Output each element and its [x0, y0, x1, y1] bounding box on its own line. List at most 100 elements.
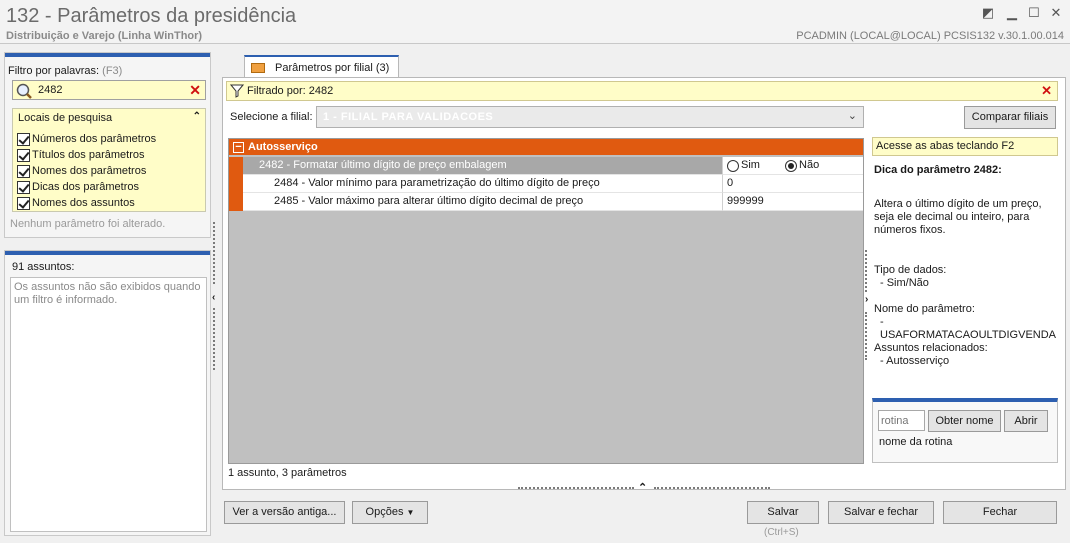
- bottom-splitter[interactable]: ⌃: [518, 481, 770, 494]
- checkbox-icon[interactable]: [17, 148, 30, 162]
- tab-count: (3): [375, 61, 390, 74]
- window-subtitle: Distribuição e Varejo (Linha WinThor): [6, 30, 203, 42]
- filter-label: Filtro por palavras: (F3): [8, 65, 122, 77]
- minimize-icon[interactable]: ▁: [1004, 6, 1020, 20]
- change-status: Nenhum parâmetro foi alterado.: [10, 218, 166, 230]
- param-value[interactable]: 999999: [723, 193, 863, 211]
- data-type-label: Tipo de dados:: [874, 264, 947, 276]
- checkbox-label: Números dos parâmetros: [32, 133, 157, 145]
- options-button[interactable]: Opções ▼: [352, 501, 428, 524]
- subjects-note: Os assuntos não são exibidos quando um f…: [14, 281, 201, 306]
- restore-icon[interactable]: ◩: [980, 6, 996, 20]
- old-version-label: Ver a versão antiga...: [232, 506, 337, 518]
- search-locations-title: Locais de pesquisa: [18, 112, 113, 124]
- clear-filter-icon[interactable]: ✕: [1041, 83, 1052, 99]
- radio-label: Sim: [741, 159, 760, 171]
- chevron-up-icon[interactable]: ⌃: [638, 481, 647, 494]
- options-label: Opções: [365, 506, 404, 518]
- filter-shortcut-hint: (F3): [102, 65, 123, 77]
- rotina-input[interactable]: [878, 410, 925, 431]
- checkbox-icon[interactable]: [17, 132, 30, 146]
- subjects-count: 91 assuntos:: [12, 261, 75, 273]
- param-name: 2482 - Formatar último dígito de preço e…: [243, 157, 723, 175]
- param-name: 2484 - Valor mínimo para parametrização …: [243, 175, 723, 193]
- help-description: Altera o último dígito de um preço, seja…: [874, 198, 1042, 236]
- checkbox-icon[interactable]: [17, 196, 30, 210]
- close-button[interactable]: Fechar: [943, 501, 1057, 524]
- dropdown-arrow-icon: ▼: [406, 508, 415, 517]
- group-row[interactable]: − Autosserviço: [229, 139, 863, 155]
- folder-icon: [251, 62, 265, 73]
- search-input[interactable]: 2482 ✕: [12, 80, 206, 100]
- user-info: PCADMIN (LOCAL@LOCAL) PCSIS132 v.30.1.00…: [796, 30, 1064, 42]
- tab-parametros-filial[interactable]: Parâmetros por filial (3): [244, 55, 399, 78]
- checkbox-label: Títulos dos parâmetros: [32, 149, 145, 161]
- group-title: Autosserviço: [248, 141, 318, 153]
- abrir-button[interactable]: Abrir: [1004, 410, 1048, 432]
- collapse-icon[interactable]: ⌃: [193, 111, 201, 122]
- checkbox-label: Dicas dos parâmetros: [32, 181, 139, 193]
- tab-label: Parâmetros por filial: [275, 61, 373, 74]
- rotina-name: nome da rotina: [879, 436, 953, 448]
- radio-icon[interactable]: [727, 159, 739, 172]
- left-splitter[interactable]: ‹: [211, 222, 221, 370]
- param-name-label: Nome do parâmetro:: [874, 303, 975, 315]
- param-value: Sim Não: [723, 157, 863, 175]
- old-version-button[interactable]: Ver a versão antiga...: [224, 501, 345, 524]
- collapse-group-icon[interactable]: −: [233, 141, 244, 153]
- help-title: Dica do parâmetro 2482:: [874, 164, 1002, 176]
- param-name: 2485 - Valor máximo para alterar último …: [243, 193, 723, 211]
- filter-text: Filtrado por: 2482: [247, 85, 334, 97]
- related-label: Assuntos relacionados:: [874, 342, 988, 354]
- data-type-value: - Sim/Não: [880, 277, 929, 289]
- save-close-button[interactable]: Salvar e fechar: [828, 501, 934, 524]
- obter-nome-button[interactable]: Obter nome: [928, 410, 1001, 432]
- title-bar: 132 - Parâmetros da presidência Distribu…: [0, 0, 1070, 44]
- close-icon[interactable]: ✕: [1048, 6, 1064, 20]
- checkbox-icon[interactable]: [17, 164, 30, 178]
- checkbox-numeros[interactable]: Números dos parâmetros: [17, 131, 156, 147]
- radio-nao[interactable]: Não: [785, 157, 819, 174]
- checkbox-label: Nomes dos assuntos: [32, 197, 135, 209]
- subjects-list[interactable]: Os assuntos não são exibidos quando um f…: [10, 277, 207, 532]
- search-icon: [16, 83, 32, 99]
- filial-label: Selecione a filial:: [230, 111, 313, 123]
- filter-label-text: Filtro por palavras:: [8, 65, 100, 77]
- help-shortcut: Acesse as abas teclando F2: [872, 137, 1058, 156]
- radio-sim[interactable]: Sim: [727, 157, 760, 174]
- radio-label: Não: [799, 159, 820, 171]
- help-panel: Dica do parâmetro 2482: Altera o último …: [872, 156, 1058, 396]
- checkbox-icon[interactable]: [17, 180, 30, 194]
- filter-bar: Filtrado por: 2482 ✕: [226, 81, 1058, 101]
- chevron-down-icon[interactable]: ⌄: [848, 109, 857, 122]
- funnel-icon: [230, 84, 244, 98]
- chevron-right-icon[interactable]: ›: [865, 294, 868, 305]
- window-title: 132 - Parâmetros da presidência: [6, 5, 297, 27]
- checkbox-nomes-parametros[interactable]: Nomes dos parâmetros: [17, 163, 146, 179]
- checkbox-dicas[interactable]: Dicas dos parâmetros: [17, 179, 139, 195]
- checkbox-label: Nomes dos parâmetros: [32, 165, 147, 177]
- save-shortcut-hint: (Ctrl+S): [764, 527, 799, 538]
- radio-icon[interactable]: [785, 159, 798, 172]
- filial-select[interactable]: 1 - FILIAL PARA VALIDACOES ⌄: [316, 106, 864, 128]
- param-value[interactable]: 0: [723, 175, 863, 193]
- related-value: - Autosserviço: [880, 355, 950, 367]
- parameters-grid: − Autosserviço 2482 - Formatar último dí…: [228, 138, 864, 464]
- right-splitter[interactable]: ›: [862, 250, 872, 360]
- search-value: 2482: [38, 84, 63, 96]
- search-locations-box: Locais de pesquisa ⌃ Números dos parâmet…: [12, 108, 206, 212]
- clear-search-icon[interactable]: ✕: [189, 82, 201, 98]
- chevron-left-icon[interactable]: ‹: [212, 292, 215, 303]
- table-row[interactable]: 2484 - Valor mínimo para parametrização …: [229, 175, 863, 193]
- param-name-value: - USAFORMATACAOULTDIGVENDA: [880, 316, 1057, 341]
- table-row[interactable]: 2482 - Formatar último dígito de preço e…: [229, 157, 863, 175]
- grid-status: 1 assunto, 3 parâmetros: [228, 467, 347, 479]
- save-button[interactable]: Salvar: [747, 501, 819, 524]
- maximize-icon[interactable]: ☐: [1026, 6, 1042, 20]
- checkbox-nomes-assuntos[interactable]: Nomes dos assuntos: [17, 195, 135, 211]
- filial-value: 1 - FILIAL PARA VALIDACOES: [323, 111, 494, 123]
- rotina-panel: Obter nome Abrir nome da rotina: [872, 398, 1058, 463]
- compare-filiais-button[interactable]: Comparar filiais: [964, 106, 1056, 129]
- table-row[interactable]: 2485 - Valor máximo para alterar último …: [229, 193, 863, 211]
- checkbox-titulos[interactable]: Títulos dos parâmetros: [17, 147, 145, 163]
